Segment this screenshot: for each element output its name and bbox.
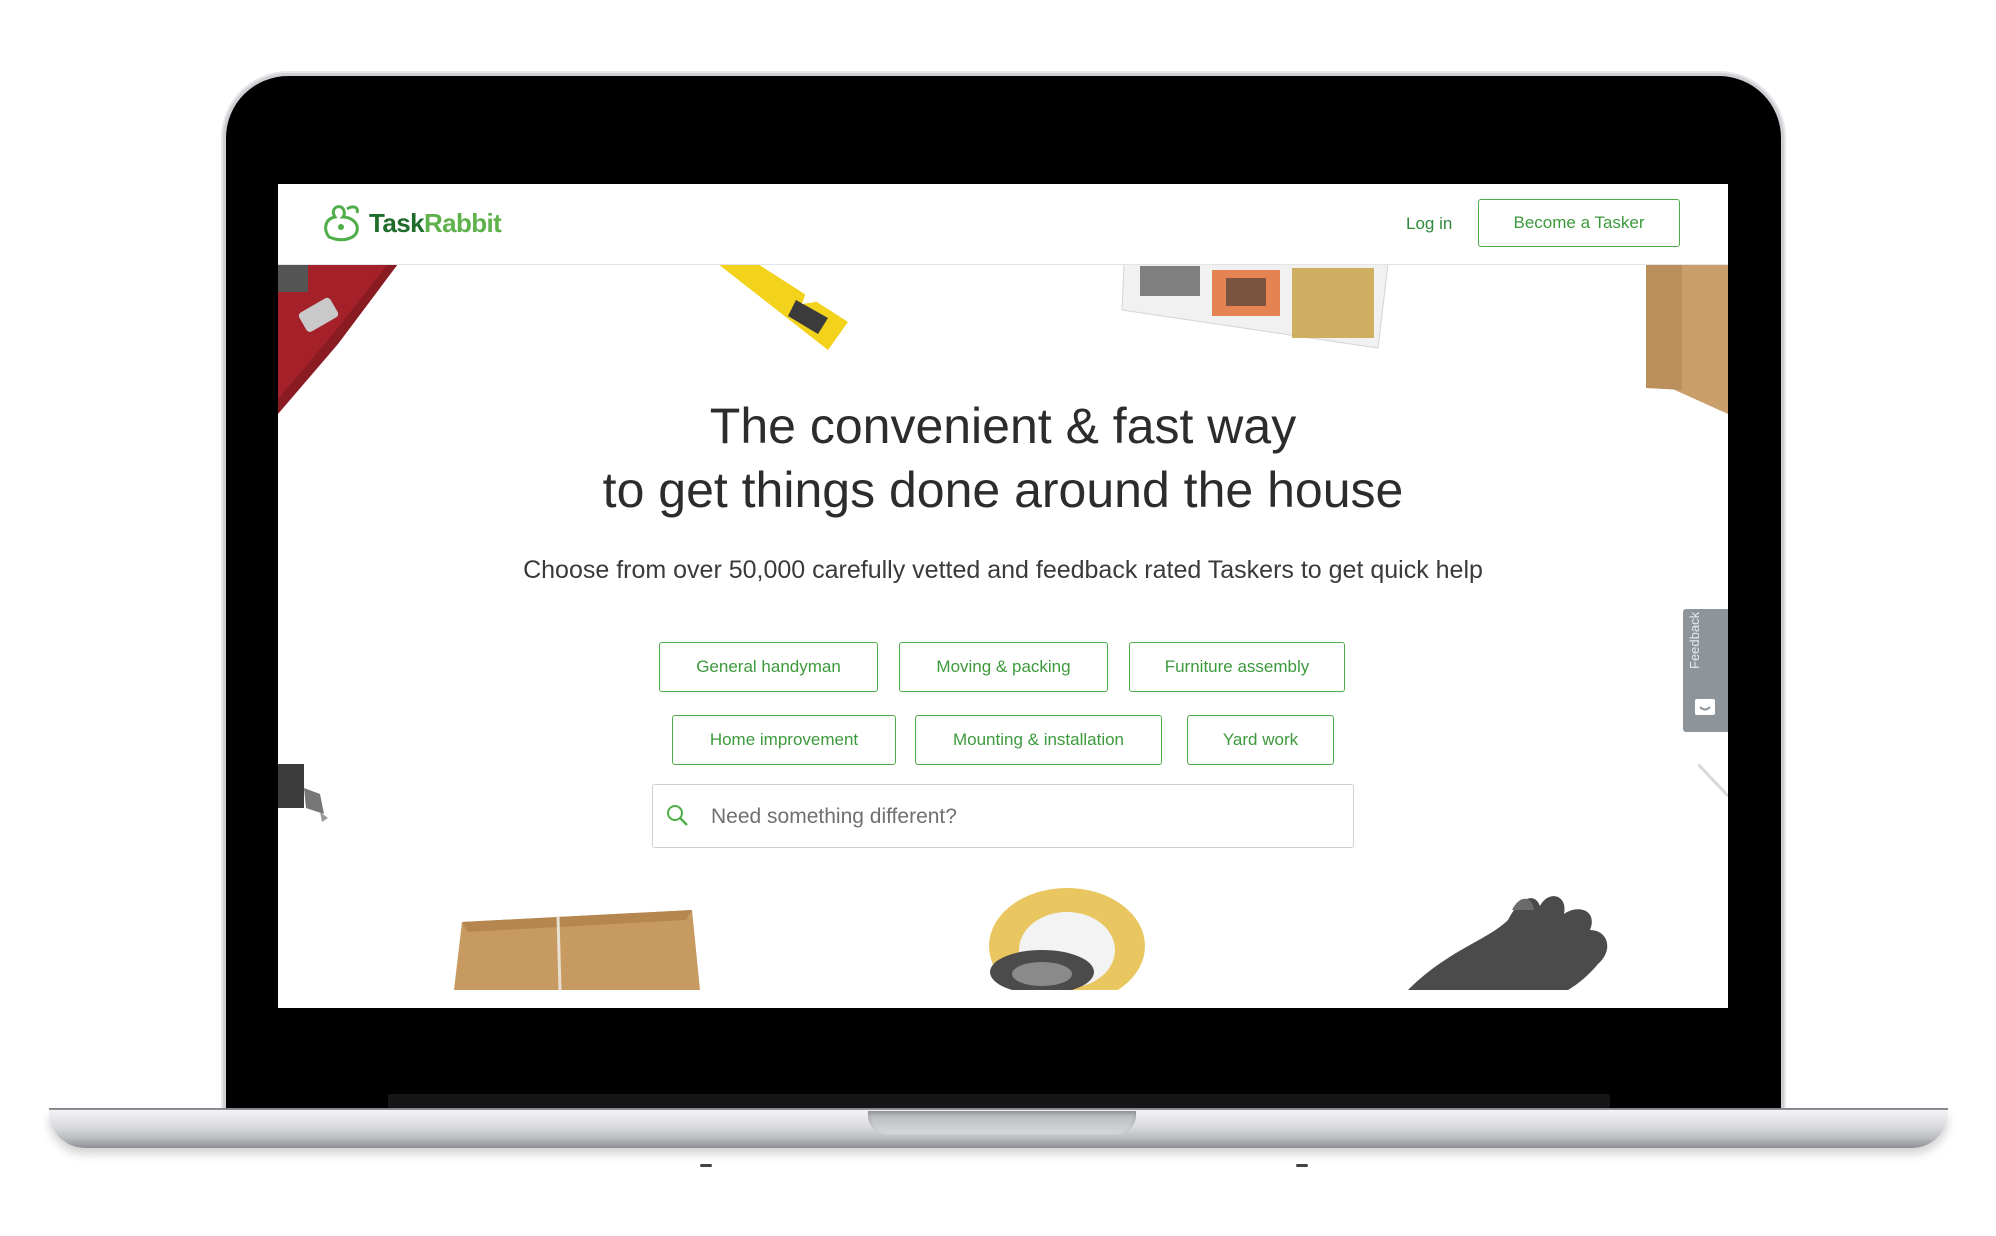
laptop-foot: [1296, 1164, 1308, 1167]
feedback-smile-icon: [1695, 699, 1715, 715]
hero-headline: The convenient & fast way to get things …: [278, 394, 1728, 522]
work-gloves-image: [1408, 896, 1608, 990]
hero-subtitle: Choose from over 50,000 carefully vetted…: [523, 556, 1483, 584]
pencil-image: [1698, 764, 1728, 798]
become-tasker-button[interactable]: Become a Tasker: [1478, 199, 1680, 247]
category-yard-work[interactable]: Yard work: [1187, 715, 1334, 765]
top-navbar: TaskRabbit Log in Become a Tasker: [278, 184, 1728, 265]
logo-text-rabbit: Rabbit: [423, 207, 502, 238]
parcel-image: [454, 910, 700, 990]
taskrabbit-logo[interactable]: TaskRabbit: [321, 203, 502, 243]
laptop-hinge: [388, 1094, 1610, 1108]
level-tool-image: [718, 264, 848, 350]
category-moving-packing[interactable]: Moving & packing: [899, 642, 1108, 692]
category-general-handyman[interactable]: General handyman: [659, 642, 878, 692]
category-furniture-assembly[interactable]: Furniture assembly: [1129, 642, 1345, 692]
screws-box-image: [1121, 264, 1389, 349]
logo-wordmark: TaskRabbit: [369, 207, 502, 239]
login-link[interactable]: Log in: [1406, 214, 1452, 234]
laptop-foot: [700, 1164, 712, 1167]
category-mounting-installation[interactable]: Mounting & installation: [915, 715, 1162, 765]
hero-section: The convenient & fast way to get things …: [278, 264, 1728, 994]
headline-line-1: The convenient & fast way: [709, 398, 1297, 454]
feedback-tab[interactable]: Feedback: [1683, 609, 1728, 732]
browser-screen: TaskRabbit Log in Become a Tasker The co…: [278, 184, 1728, 1008]
feedback-label: Feedback: [1687, 611, 1702, 669]
logo-text-task: Task: [369, 207, 425, 238]
tape-roll-image: [989, 888, 1145, 990]
search-icon: [667, 805, 688, 826]
task-search-box[interactable]: [652, 784, 1354, 848]
rabbit-logo-icon: [324, 205, 359, 242]
toolbox-image: [278, 264, 398, 414]
drill-image: [278, 764, 328, 822]
category-home-improvement[interactable]: Home improvement: [672, 715, 896, 765]
laptop-notch: [868, 1111, 1136, 1135]
headline-line-2: to get things done around the house: [602, 462, 1404, 518]
search-input[interactable]: [709, 799, 1333, 835]
